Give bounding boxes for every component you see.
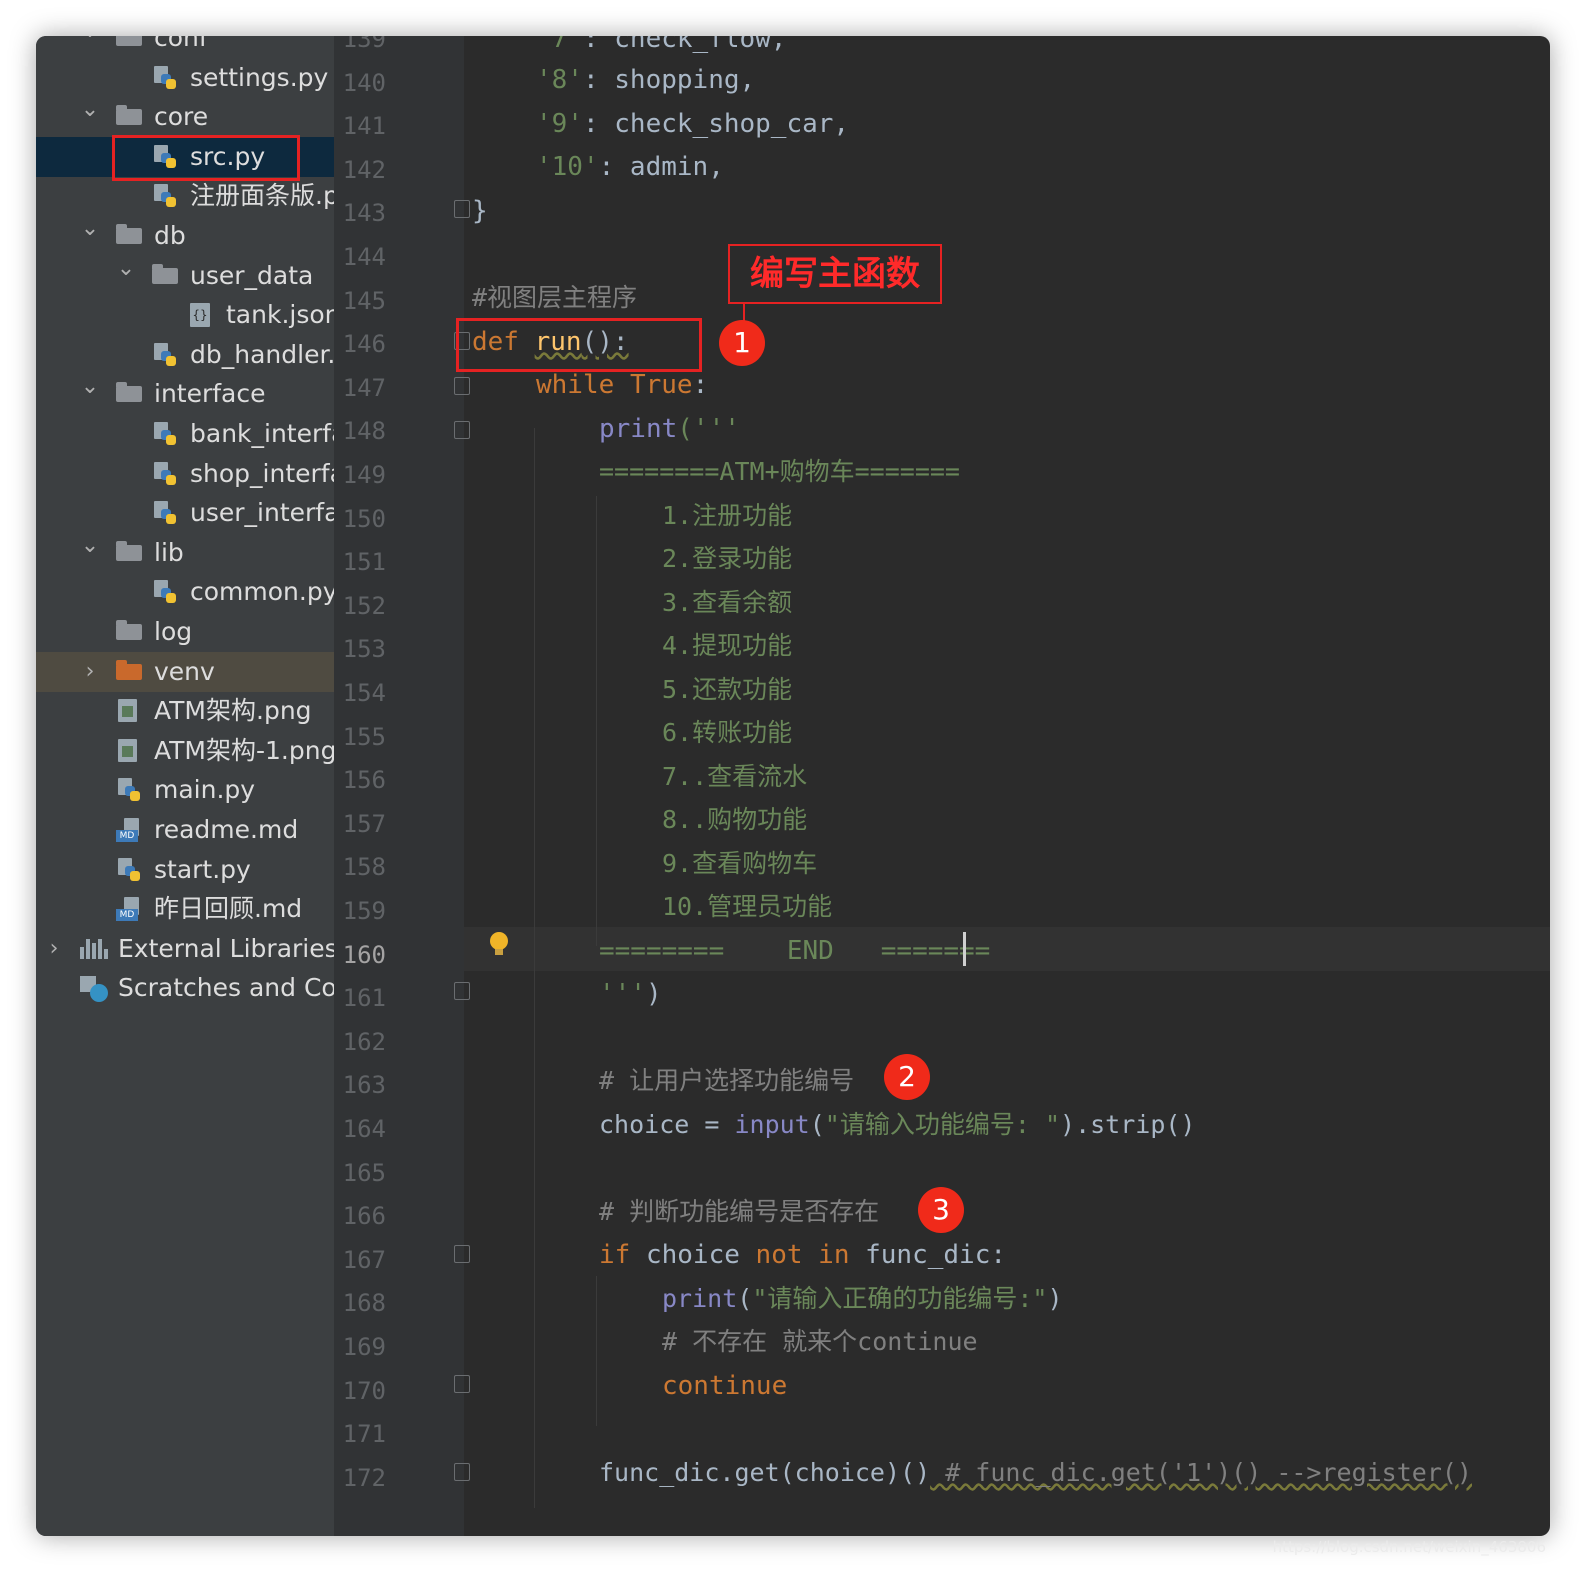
code-line-142: '10': admin, bbox=[536, 152, 724, 182]
text-cursor bbox=[963, 932, 966, 966]
code-line-158: 9.查看购物车 bbox=[662, 849, 818, 878]
code-line-159: 10.管理员功能 bbox=[662, 892, 833, 921]
step-badge-1: 1 bbox=[719, 320, 765, 366]
code-line-151: 2.登录功能 bbox=[662, 544, 793, 573]
code-line-167: if choice not in func_dic: bbox=[599, 1240, 1007, 1270]
code-line-157: 8..购物功能 bbox=[662, 805, 808, 834]
code-line-163: # 让用户选择功能编号 bbox=[599, 1066, 855, 1095]
code-line-140: '8': shopping, bbox=[536, 65, 756, 95]
lightbulb-icon[interactable] bbox=[490, 932, 508, 955]
code-line-160: ======== END ======= bbox=[599, 936, 991, 966]
code-line-168: print("请输入正确的功能编号:") bbox=[662, 1284, 1063, 1313]
code-line-172: func_dic.get(choice)() # func_dic.get('1… bbox=[599, 1458, 1472, 1487]
code-line-153: 4.提现功能 bbox=[662, 631, 793, 660]
step-badge-2: 2 bbox=[884, 1054, 930, 1100]
code-line-152: 3.查看余额 bbox=[662, 588, 793, 617]
code-line-141: '9': check_shop_car, bbox=[536, 109, 850, 139]
highlight-def-run bbox=[456, 318, 702, 372]
code-line-156: 7..查看流水 bbox=[662, 762, 808, 791]
code-line-170: continue bbox=[662, 1371, 788, 1401]
indent-guide bbox=[596, 496, 597, 946]
code-line-166: # 判断功能编号是否存在 bbox=[599, 1197, 880, 1226]
step-badge-3: 3 bbox=[918, 1187, 964, 1233]
watermark: https://blog.csdn.net/weixin_463806 bbox=[1272, 1538, 1546, 1556]
code-line-154: 5.还款功能 bbox=[662, 675, 793, 704]
ide-window: ⌄confsettings.py⌄coresrc.py注册面条版.py⌄db⌄u… bbox=[36, 36, 1550, 1536]
indent-guide bbox=[596, 1276, 597, 1426]
code-line-161: ''') bbox=[599, 979, 662, 1009]
indent-guide bbox=[534, 428, 535, 1508]
code-line-143: } bbox=[472, 196, 488, 226]
code-line-164: choice = input("请输入功能编号: ").strip() bbox=[599, 1110, 1196, 1139]
code-line-169: # 不存在 就来个continue bbox=[662, 1327, 978, 1356]
code-line-150: 1.注册功能 bbox=[662, 501, 793, 530]
code-line-145: #视图层主程序 bbox=[472, 283, 638, 312]
callout-label: 编写主函数 bbox=[728, 244, 942, 304]
code-line-149: ========ATM+购物车======= bbox=[599, 457, 960, 486]
highlight-src-py bbox=[112, 135, 300, 181]
code-line-148: print(''' bbox=[599, 414, 740, 444]
code-line-155: 6.转账功能 bbox=[662, 718, 793, 747]
